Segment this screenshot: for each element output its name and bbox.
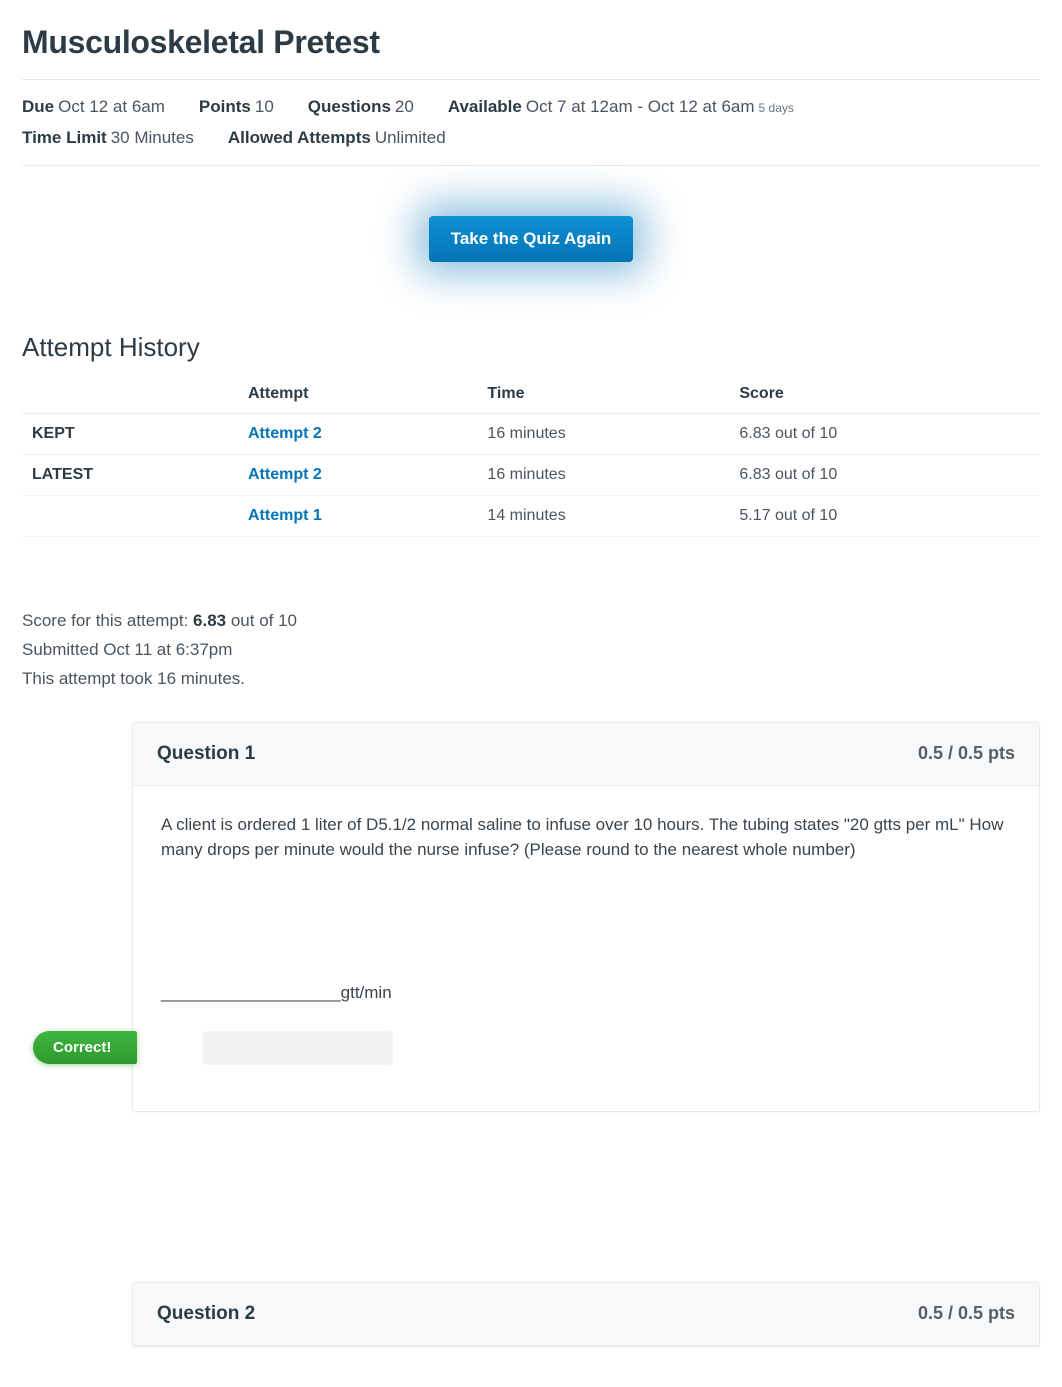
questions-item: Questions20: [308, 92, 414, 123]
row-time: 16 minutes: [481, 414, 733, 455]
table-row: KEPT Attempt 2 16 minutes 6.83 out of 10: [22, 414, 1040, 455]
attempt-link[interactable]: Attempt 2: [248, 466, 322, 483]
col-time: Time: [481, 375, 733, 414]
answer-blank-label: ___________________gtt/min: [161, 983, 1011, 1003]
question-title: Question 1: [157, 743, 255, 765]
row-score: 6.83 out of 10: [733, 414, 1040, 455]
attempts-item: Allowed AttemptsUnlimited: [228, 123, 446, 154]
points-item: Points10: [199, 92, 274, 123]
answer-value: [203, 1031, 393, 1065]
table-row: LATEST Attempt 2 16 minutes 6.83 out of …: [22, 455, 1040, 496]
question-1: Question 1 0.5 / 0.5 pts A client is ord…: [132, 722, 1040, 1112]
attempt-link[interactable]: Attempt 1: [248, 507, 322, 524]
question-points: 0.5 / 0.5 pts: [918, 743, 1015, 764]
question-body: A client is ordered 1 liter of D5.1/2 no…: [133, 786, 1039, 883]
row-tag: KEPT: [22, 414, 242, 455]
attempt-summary: Score for this attempt: 6.83 out of 10 S…: [22, 607, 1040, 694]
row-tag: [22, 496, 242, 537]
attempt-link[interactable]: Attempt 2: [248, 425, 322, 442]
timelimit-item: Time Limit30 Minutes: [22, 123, 194, 154]
row-time: 14 minutes: [481, 496, 733, 537]
question-2: Question 2 0.5 / 0.5 pts: [132, 1282, 1040, 1347]
question-points: 0.5 / 0.5 pts: [918, 1303, 1015, 1324]
question-title: Question 2: [157, 1303, 255, 1325]
take-quiz-again-button[interactable]: Take the Quiz Again: [429, 216, 634, 262]
col-attempt: Attempt: [242, 375, 481, 414]
row-time: 16 minutes: [481, 455, 733, 496]
quiz-meta: DueOct 12 at 6am Points10 Questions20 Av…: [22, 79, 1040, 166]
available-item: AvailableOct 7 at 12am - Oct 12 at 6am5 …: [448, 92, 794, 123]
row-tag: LATEST: [22, 455, 242, 496]
row-score: 5.17 out of 10: [733, 496, 1040, 537]
page-title: Musculoskeletal Pretest: [22, 24, 1040, 61]
due-item: DueOct 12 at 6am: [22, 92, 165, 123]
table-row: Attempt 1 14 minutes 5.17 out of 10: [22, 496, 1040, 537]
attempt-history-heading: Attempt History: [22, 332, 1040, 363]
correct-badge: Correct!: [33, 1031, 137, 1064]
attempt-history-table: Attempt Time Score KEPT Attempt 2 16 min…: [22, 375, 1040, 537]
row-score: 6.83 out of 10: [733, 455, 1040, 496]
col-score: Score: [733, 375, 1040, 414]
